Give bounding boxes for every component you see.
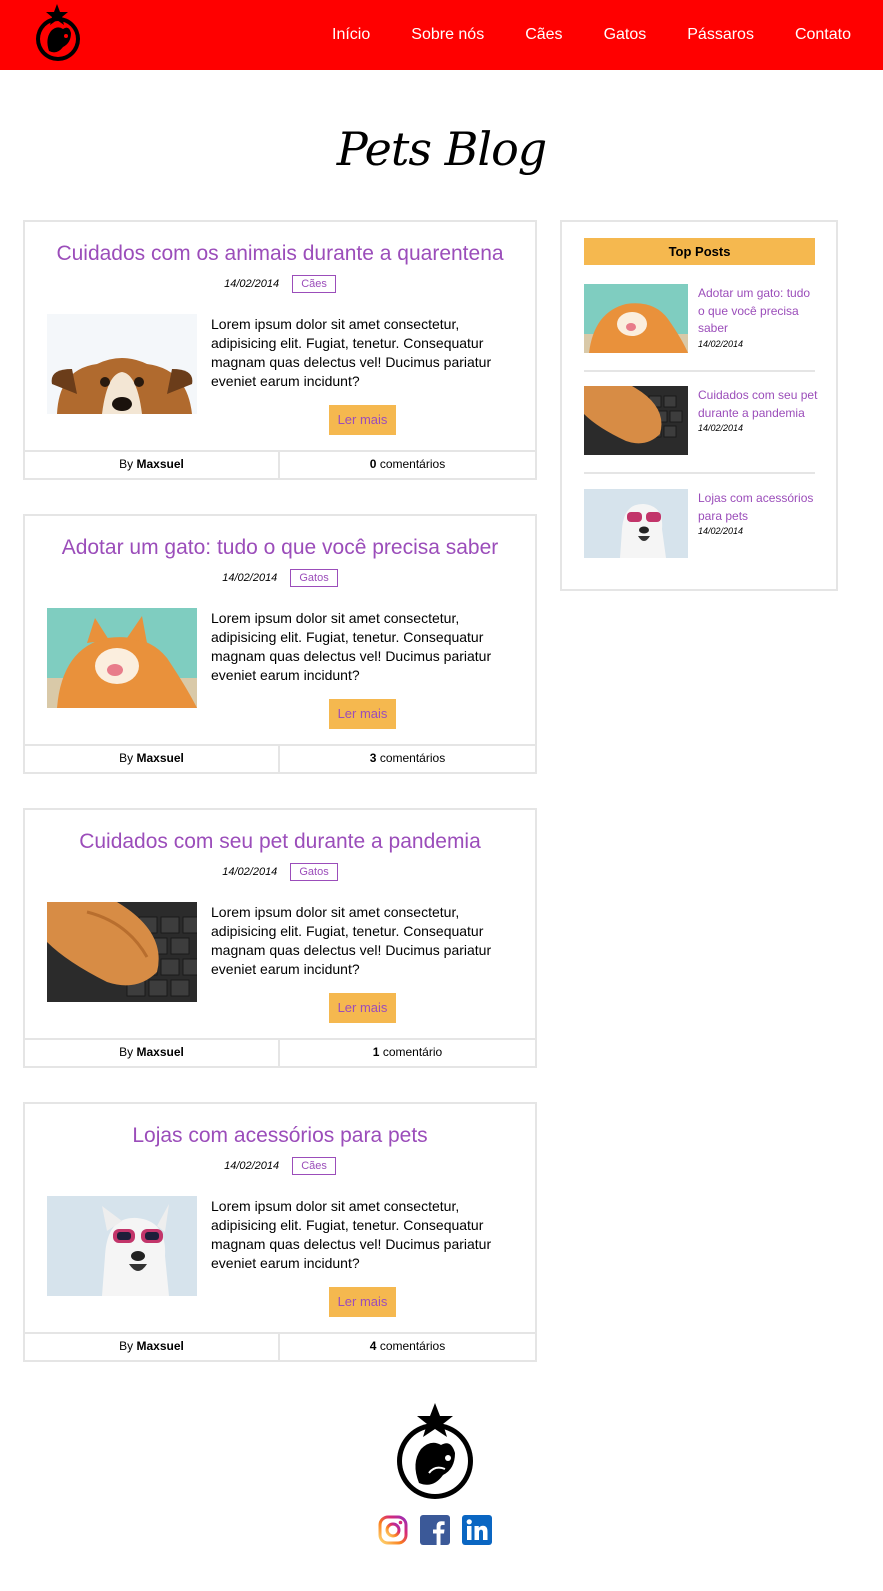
nav-link-caes[interactable]: Cães — [525, 26, 562, 43]
post-date: 14/02/2014 — [224, 278, 280, 290]
dog-sunglasses-thumbnail — [584, 489, 688, 558]
dog-peeking-image — [47, 314, 197, 414]
post-tag[interactable]: Gatos — [290, 569, 338, 587]
top-post-date: 14/02/2014 — [698, 423, 744, 433]
read-more-button[interactable]: Ler mais — [329, 405, 396, 435]
nav-link-contato[interactable]: Contato — [795, 26, 851, 43]
top-post-item[interactable]: Cuidados com seu pet durante a pandemia 1… — [584, 386, 818, 456]
post-comments[interactable]: 0 comentários — [280, 452, 535, 478]
post-excerpt: Lorem ipsum dolor sit amet consectetur, … — [211, 610, 492, 683]
post-footer: By Maxsuel 1 comentário — [25, 1038, 535, 1066]
post-footer: By Maxsuel 3 comentários — [25, 744, 535, 772]
top-post-item[interactable]: Lojas com acessórios para pets 14/02/2014 — [584, 489, 815, 559]
post-date: 14/02/2014 — [222, 866, 278, 878]
author-name[interactable]: Maxsuel — [137, 457, 184, 471]
post-date: 14/02/2014 — [224, 1160, 280, 1172]
post-tag[interactable]: Cães — [292, 1157, 336, 1175]
post-title[interactable]: Adotar um gato: tudo o que você precisa … — [25, 536, 535, 560]
read-more-button[interactable]: Ler mais — [329, 699, 396, 729]
post-comments[interactable]: 3 comentários — [280, 746, 535, 772]
post-card: Cuidados com os animais durante a quaren… — [23, 220, 537, 480]
top-post-item[interactable]: Adotar um gato: tudo o que você precisa … — [584, 284, 815, 354]
top-post-title[interactable]: Adotar um gato: tudo o que você precisa … — [698, 285, 818, 350]
top-navbar: Início Sobre nós Cães Gatos Pássaros Con… — [0, 0, 883, 70]
pets-logo-icon[interactable] — [393, 1403, 477, 1503]
linkedin-icon[interactable] — [462, 1515, 492, 1545]
cat-yawning-thumbnail — [584, 284, 688, 353]
post-date: 14/02/2014 — [222, 572, 278, 584]
post-title[interactable]: Lojas com acessórios para pets — [25, 1124, 535, 1148]
top-post-title[interactable]: Cuidados com seu pet durante a pandemia 1… — [698, 387, 818, 434]
author-name[interactable]: Maxsuel — [137, 1339, 184, 1353]
nav-link-inicio[interactable]: Início — [332, 26, 370, 43]
post-author: By Maxsuel — [25, 1040, 280, 1066]
post-comments[interactable]: 4 comentários — [280, 1334, 535, 1360]
post-title[interactable]: Cuidados com os animais durante a quaren… — [25, 242, 535, 266]
post-footer: By Maxsuel 4 comentários — [25, 1332, 535, 1360]
nav-link-passaros[interactable]: Pássaros — [687, 26, 754, 43]
post-author: By Maxsuel — [25, 746, 280, 772]
instagram-icon[interactable] — [378, 1515, 408, 1545]
post-excerpt: Lorem ipsum dolor sit amet consectetur, … — [211, 1198, 492, 1271]
read-more-button[interactable]: Ler mais — [329, 1287, 396, 1317]
author-name[interactable]: Maxsuel — [137, 1045, 184, 1059]
nav-link-sobre-nos[interactable]: Sobre nós — [411, 26, 484, 43]
top-post-title[interactable]: Lojas com acessórios para pets 14/02/2014 — [698, 490, 818, 537]
read-more-button[interactable]: Ler mais — [329, 993, 396, 1023]
divider — [584, 472, 815, 474]
post-title[interactable]: Cuidados com seu pet durante a pandemia — [25, 830, 535, 854]
post-excerpt: Lorem ipsum dolor sit amet consectetur, … — [211, 316, 492, 389]
author-name[interactable]: Maxsuel — [137, 751, 184, 765]
top-posts-heading: Top Posts — [584, 238, 815, 265]
top-post-date: 14/02/2014 — [698, 526, 744, 536]
post-excerpt: Lorem ipsum dolor sit amet consectetur, … — [211, 904, 492, 977]
post-card: Adotar um gato: tudo o que você precisa … — [23, 514, 537, 774]
post-card: Cuidados com seu pet durante a pandemia … — [23, 808, 537, 1068]
top-posts-sidebar: Top Posts Adotar um gato: tudo o que voc… — [560, 220, 838, 591]
pets-logo-icon[interactable] — [33, 3, 85, 65]
post-meta: 14/02/2014 Gatos — [25, 569, 535, 587]
cat-paw-keyboard-thumbnail — [584, 386, 688, 455]
post-meta: 14/02/2014 Gatos — [25, 863, 535, 881]
post-meta: 14/02/2014 Cães — [25, 1157, 535, 1175]
post-footer: By Maxsuel 0 comentários — [25, 450, 535, 478]
post-author: By Maxsuel — [25, 1334, 280, 1360]
divider — [584, 370, 815, 372]
facebook-icon[interactable] — [420, 1515, 450, 1545]
post-tag[interactable]: Cães — [292, 275, 336, 293]
post-tag[interactable]: Gatos — [290, 863, 338, 881]
cat-paw-keyboard-image — [47, 902, 197, 1002]
cat-yawning-image — [47, 608, 197, 708]
post-card: Lojas com acessórios para pets 14/02/201… — [23, 1102, 537, 1362]
nav-link-gatos[interactable]: Gatos — [604, 26, 647, 43]
top-post-date: 14/02/2014 — [698, 338, 744, 349]
page-title: Pets Blog — [336, 122, 547, 176]
dog-sunglasses-image — [47, 1196, 197, 1296]
post-author: By Maxsuel — [25, 452, 280, 478]
post-meta: 14/02/2014 Cães — [25, 275, 535, 293]
post-comments[interactable]: 1 comentário — [280, 1040, 535, 1066]
